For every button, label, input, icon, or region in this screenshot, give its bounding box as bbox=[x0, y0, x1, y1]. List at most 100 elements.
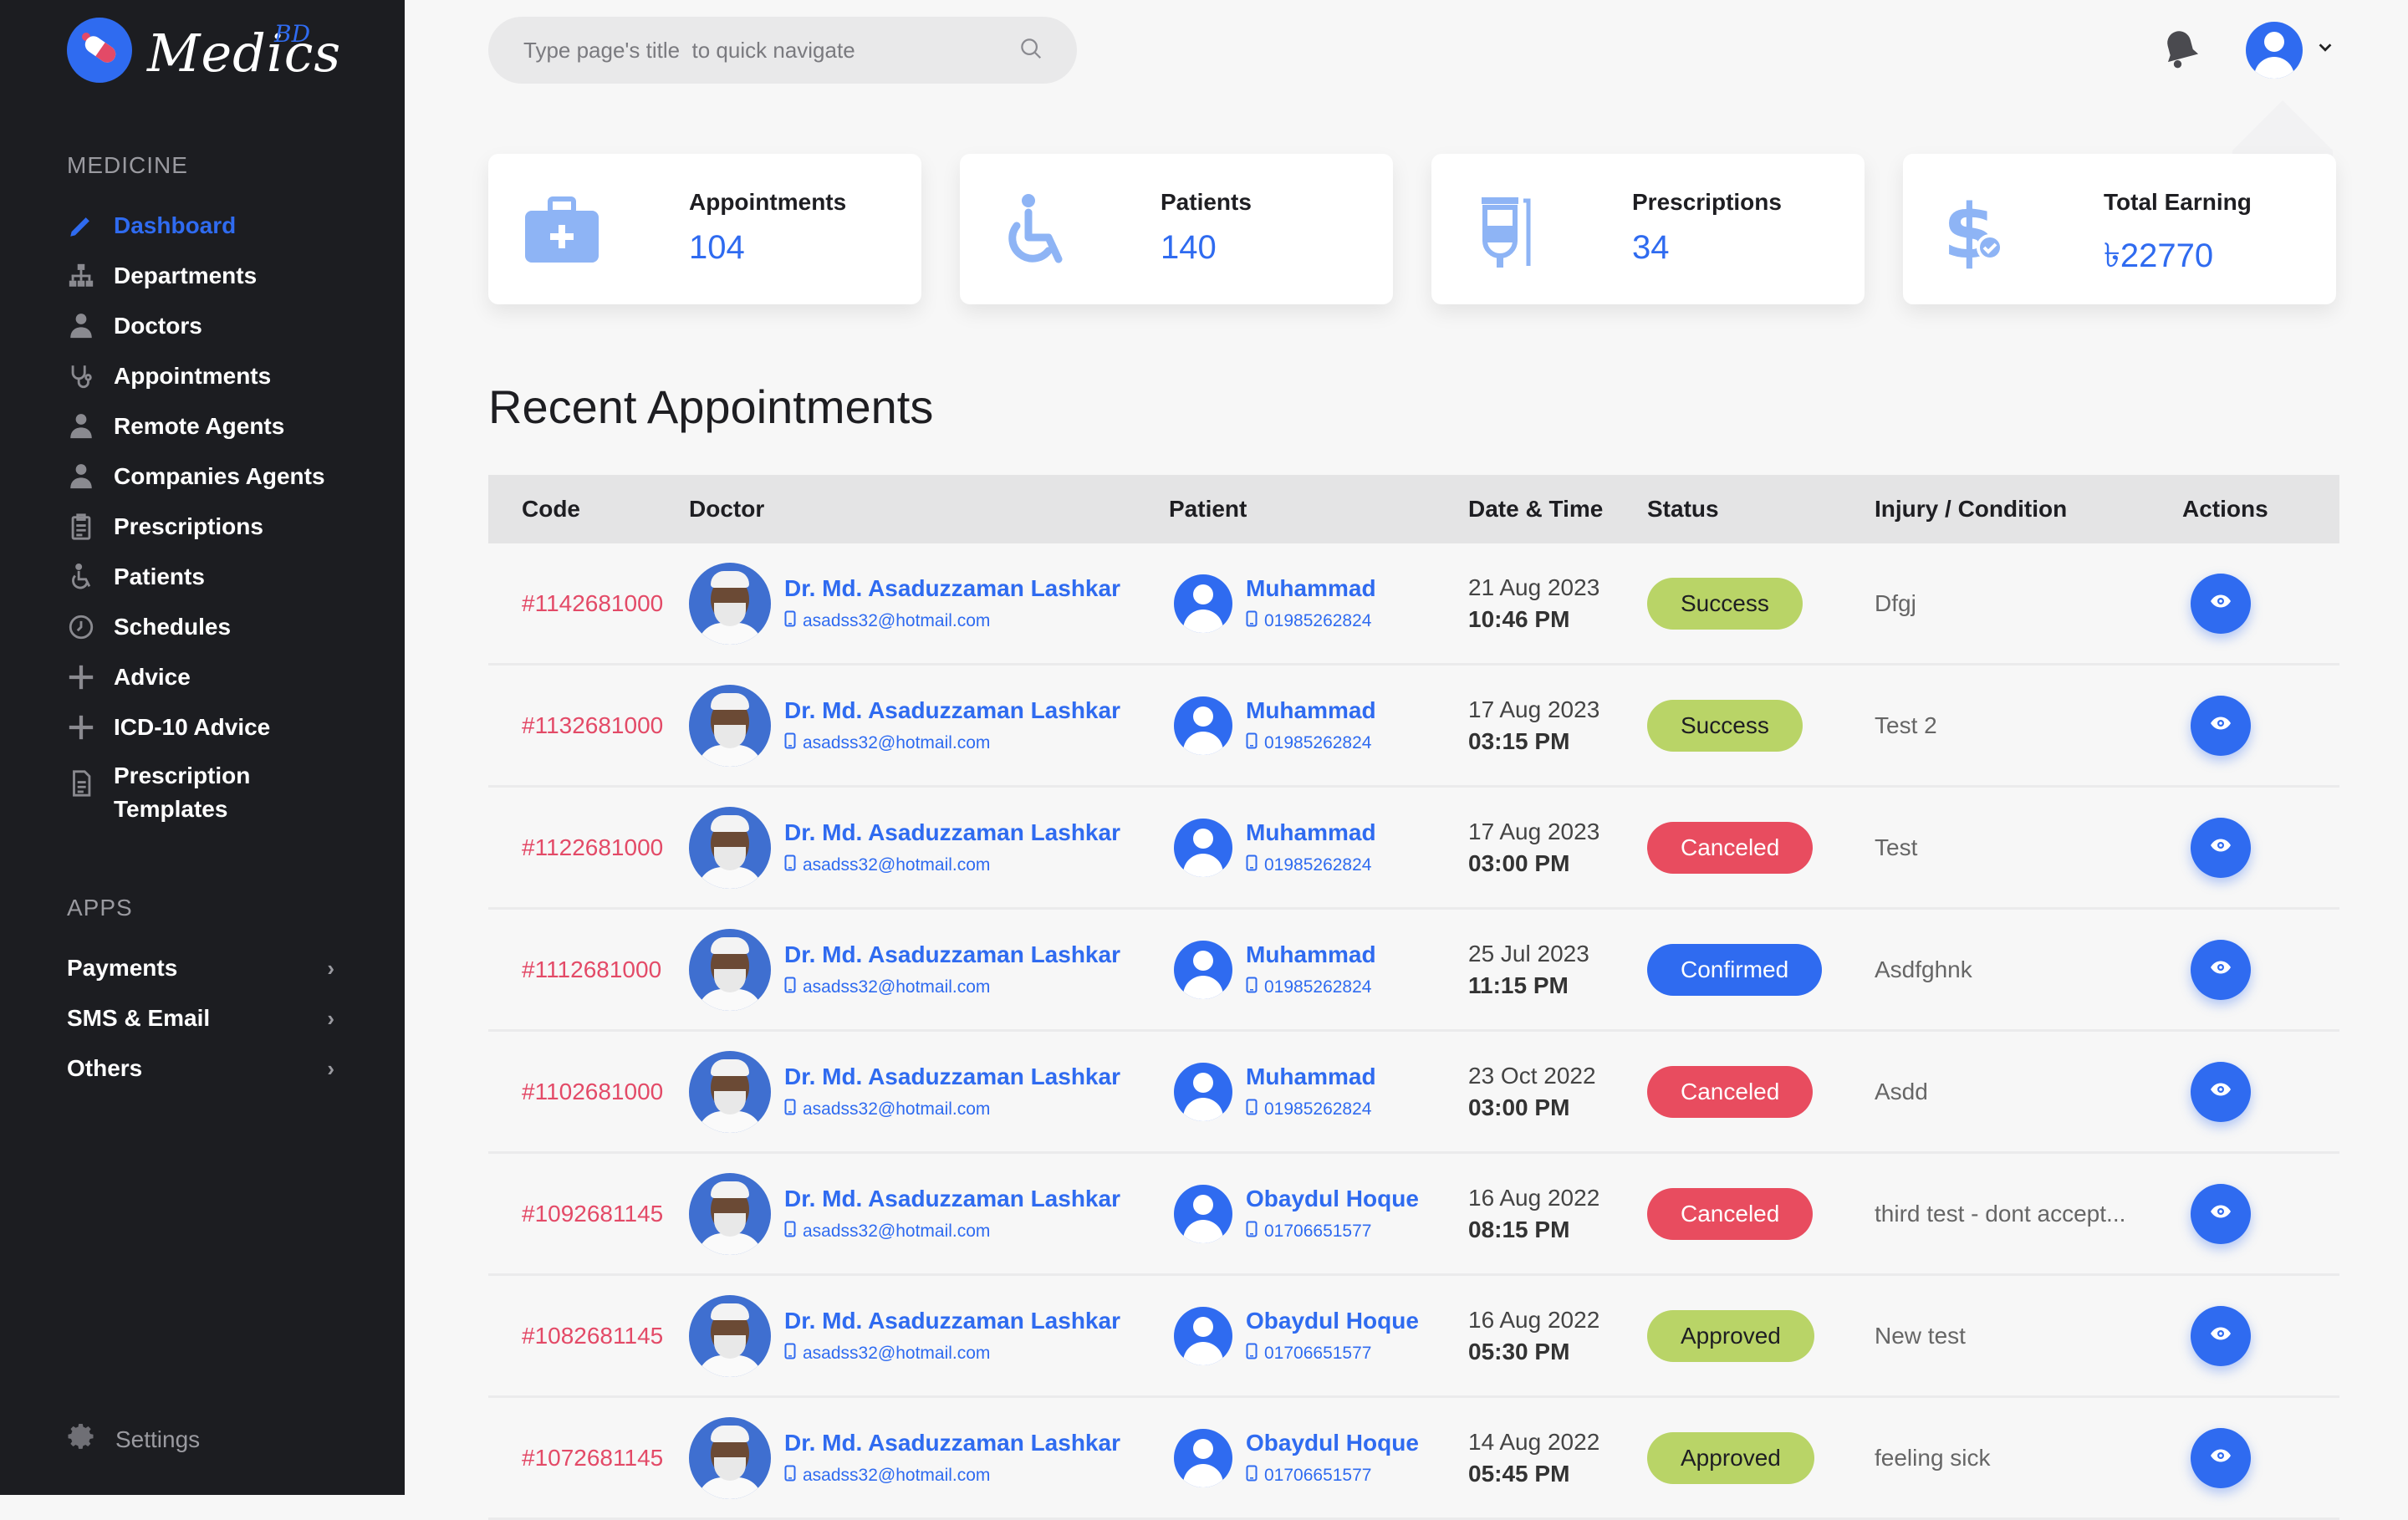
stat-card-patients[interactable]: Patients 140 bbox=[960, 154, 1393, 304]
appointment-code[interactable]: #1132681000 bbox=[522, 712, 663, 738]
patient-phone[interactable]: 01985262824 bbox=[1264, 611, 1371, 631]
patient-phone[interactable]: 01985262824 bbox=[1264, 977, 1371, 997]
patient-phone[interactable]: 01985262824 bbox=[1264, 733, 1371, 753]
doctor-email[interactable]: asadss32@hotmail.com bbox=[803, 1466, 990, 1486]
doctor-email[interactable]: asadss32@hotmail.com bbox=[803, 1222, 990, 1242]
doctor-name[interactable]: Dr. Md. Asaduzzaman Lashkar bbox=[784, 1430, 1120, 1456]
phone-icon bbox=[1246, 1099, 1258, 1120]
doctor-email[interactable]: asadss32@hotmail.com bbox=[803, 611, 990, 631]
doctor-name[interactable]: Dr. Md. Asaduzzaman Lashkar bbox=[784, 575, 1120, 602]
doctor-avatar bbox=[689, 806, 771, 889]
sidebar-item-doctors[interactable]: Doctors bbox=[67, 301, 334, 351]
stat-card-prescriptions[interactable]: Prescriptions 34 bbox=[1431, 154, 1865, 304]
view-button[interactable] bbox=[2191, 1305, 2251, 1366]
patient-phone[interactable]: 01985262824 bbox=[1264, 855, 1371, 875]
brand-logo[interactable]: Medics BD bbox=[67, 17, 341, 84]
stat-card-total-earning[interactable]: $ Total Earning ৳22770 bbox=[1903, 154, 2336, 304]
table-row[interactable]: #1072681145 Dr. Md. Asaduzzaman Lashkar … bbox=[488, 1398, 2339, 1520]
sidebar-item-payments[interactable]: Payments › bbox=[67, 943, 334, 993]
view-button[interactable] bbox=[2191, 1061, 2251, 1122]
view-button[interactable] bbox=[2191, 573, 2251, 634]
view-button[interactable] bbox=[2191, 939, 2251, 1000]
doctor-email[interactable]: asadss32@hotmail.com bbox=[803, 1099, 990, 1120]
doctor-email[interactable]: asadss32@hotmail.com bbox=[803, 977, 990, 997]
table-row[interactable]: #1102681000 Dr. Md. Asaduzzaman Lashkar … bbox=[488, 1032, 2339, 1154]
chevron-down-icon[interactable] bbox=[2316, 38, 2334, 57]
sidebar-item-icd10-advice[interactable]: ICD-10 Advice bbox=[67, 702, 334, 752]
patient-avatar bbox=[1174, 696, 1232, 755]
appointment-time: 08:15 PM bbox=[1468, 1216, 1570, 1242]
doctor-name[interactable]: Dr. Md. Asaduzzaman Lashkar bbox=[784, 819, 1120, 846]
sidebar-item-appointments[interactable]: Appointments bbox=[67, 351, 334, 401]
table-row[interactable]: #1112681000 Dr. Md. Asaduzzaman Lashkar … bbox=[488, 910, 2339, 1032]
table-row[interactable]: #1132681000 Dr. Md. Asaduzzaman Lashkar … bbox=[488, 666, 2339, 788]
patient-avatar bbox=[1174, 1184, 1232, 1243]
stat-card-appointments[interactable]: Appointments 104 bbox=[488, 154, 921, 304]
user-avatar[interactable] bbox=[2246, 22, 2303, 79]
patient-name[interactable]: Muhammad bbox=[1246, 575, 1376, 602]
sidebar-item-advice[interactable]: Advice bbox=[67, 652, 334, 702]
sidebar-item-remote-agents[interactable]: Remote Agents bbox=[67, 401, 334, 451]
appointment-code[interactable]: #1092681145 bbox=[522, 1201, 663, 1227]
table-row[interactable]: #1142681000 Dr. Md. Asaduzzaman Lashkar … bbox=[488, 543, 2339, 666]
doctor-name[interactable]: Dr. Md. Asaduzzaman Lashkar bbox=[784, 1308, 1120, 1334]
patient-phone[interactable]: 01706651577 bbox=[1264, 1344, 1371, 1364]
table-row[interactable]: #1122681000 Dr. Md. Asaduzzaman Lashkar … bbox=[488, 788, 2339, 910]
patient-name[interactable]: Muhammad bbox=[1246, 941, 1376, 968]
patient-name[interactable]: Obaydul Hoque bbox=[1246, 1186, 1419, 1212]
status-badge: Canceled bbox=[1647, 821, 1814, 874]
sidebar-item-others[interactable]: Others › bbox=[67, 1043, 334, 1094]
doctor-email[interactable]: asadss32@hotmail.com bbox=[803, 733, 990, 753]
injury-condition: Asdd bbox=[1875, 1078, 1928, 1104]
injury-condition: third test - dont accept... bbox=[1875, 1200, 2126, 1227]
doctor-name[interactable]: Dr. Md. Asaduzzaman Lashkar bbox=[784, 1186, 1120, 1212]
appointment-time: 05:30 PM bbox=[1468, 1338, 1570, 1364]
sidebar-item-prescription-templates[interactable]: Prescription Templates bbox=[67, 759, 334, 828]
table-row[interactable]: #1082681145 Dr. Md. Asaduzzaman Lashkar … bbox=[488, 1276, 2339, 1398]
stat-label: Prescriptions bbox=[1632, 189, 1782, 215]
doctor-email[interactable]: asadss32@hotmail.com bbox=[803, 855, 990, 875]
plus-icon bbox=[67, 663, 114, 691]
appointment-code[interactable]: #1112681000 bbox=[522, 956, 661, 982]
doctor-name[interactable]: Dr. Md. Asaduzzaman Lashkar bbox=[784, 941, 1120, 968]
search-icon[interactable] bbox=[1018, 36, 1043, 65]
view-button[interactable] bbox=[2191, 695, 2251, 756]
sidebar-item-departments[interactable]: Departments bbox=[67, 251, 334, 301]
doctor-name[interactable]: Dr. Md. Asaduzzaman Lashkar bbox=[784, 697, 1120, 724]
sidebar-item-dashboard[interactable]: Dashboard bbox=[67, 201, 334, 251]
appointment-code[interactable]: #1072681145 bbox=[522, 1445, 663, 1471]
appointment-code[interactable]: #1142681000 bbox=[522, 590, 663, 616]
table-row[interactable]: #1092681145 Dr. Md. Asaduzzaman Lashkar … bbox=[488, 1154, 2339, 1276]
doctor-name[interactable]: Dr. Md. Asaduzzaman Lashkar bbox=[784, 1063, 1120, 1090]
sidebar-item-label: Schedules bbox=[114, 614, 232, 640]
sidebar-item-prescriptions[interactable]: Prescriptions bbox=[67, 502, 334, 552]
patient-phone[interactable]: 01706651577 bbox=[1264, 1222, 1371, 1242]
search-input[interactable] bbox=[522, 36, 993, 64]
view-button[interactable] bbox=[2191, 1183, 2251, 1244]
doctor-avatar bbox=[689, 1050, 771, 1133]
org-chart-icon bbox=[67, 262, 114, 290]
doctor-avatar bbox=[689, 1416, 771, 1499]
doctor-email[interactable]: asadss32@hotmail.com bbox=[803, 1344, 990, 1364]
sidebar-item-sms-email[interactable]: SMS & Email › bbox=[67, 993, 334, 1043]
phone-icon bbox=[1246, 732, 1258, 754]
sidebar-item-schedules[interactable]: Schedules bbox=[67, 602, 334, 652]
patient-phone[interactable]: 01985262824 bbox=[1264, 1099, 1371, 1120]
view-button[interactable] bbox=[2191, 1427, 2251, 1488]
settings-button[interactable]: Settings bbox=[67, 1421, 200, 1457]
patient-name[interactable]: Muhammad bbox=[1246, 1063, 1376, 1090]
patient-name[interactable]: Obaydul Hoque bbox=[1246, 1430, 1419, 1456]
patient-name[interactable]: Muhammad bbox=[1246, 697, 1376, 724]
injury-condition: Test bbox=[1875, 834, 1918, 860]
bell-icon[interactable] bbox=[2157, 25, 2204, 72]
appointment-time: 10:46 PM bbox=[1468, 605, 1570, 632]
appointment-code[interactable]: #1082681145 bbox=[522, 1323, 663, 1349]
sidebar-item-patients[interactable]: Patients bbox=[67, 552, 334, 602]
patient-phone[interactable]: 01706651577 bbox=[1264, 1466, 1371, 1486]
appointment-code[interactable]: #1102681000 bbox=[522, 1079, 663, 1104]
patient-name[interactable]: Obaydul Hoque bbox=[1246, 1308, 1419, 1334]
appointment-code[interactable]: #1122681000 bbox=[522, 834, 663, 860]
sidebar-item-companies-agents[interactable]: Companies Agents bbox=[67, 451, 334, 502]
patient-name[interactable]: Muhammad bbox=[1246, 819, 1376, 846]
view-button[interactable] bbox=[2191, 817, 2251, 878]
